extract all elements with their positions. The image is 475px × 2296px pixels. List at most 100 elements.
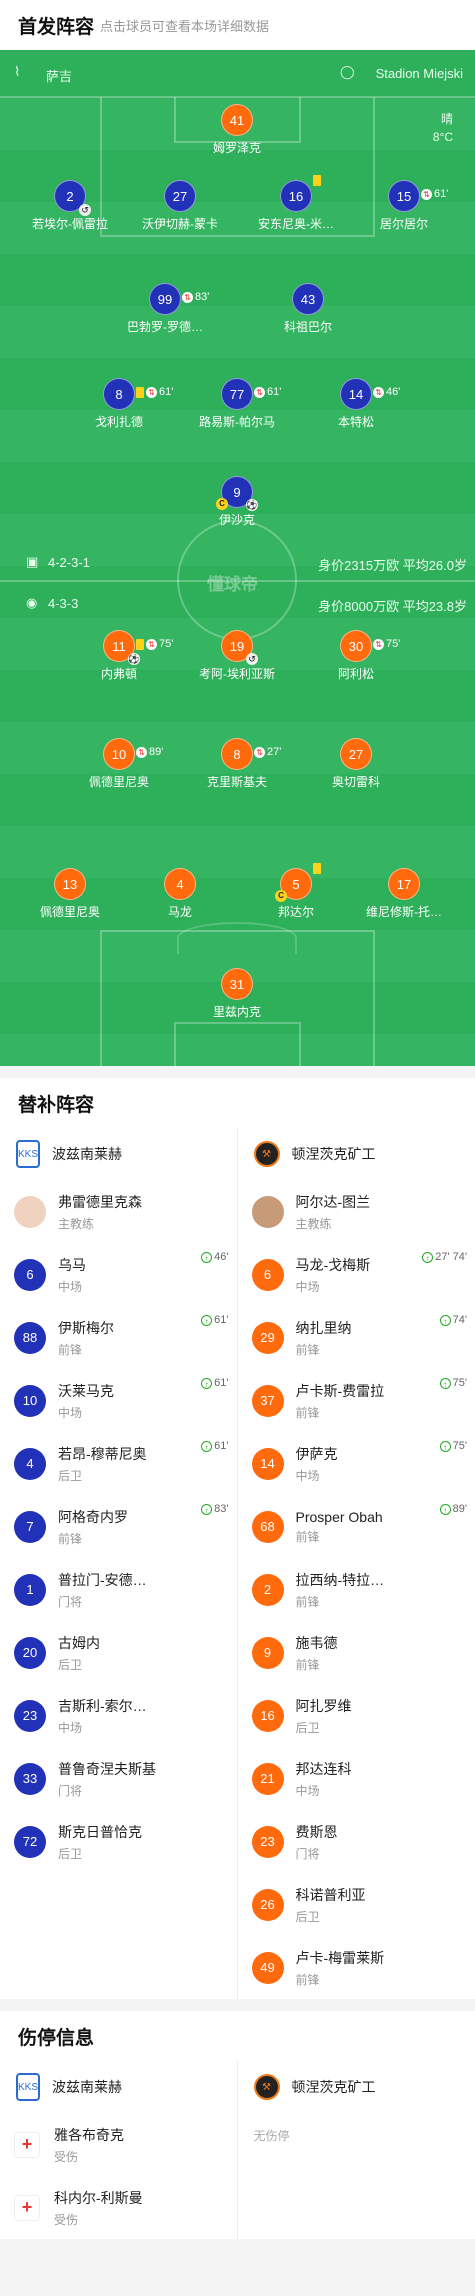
stadium-icon: ◯ xyxy=(340,64,355,79)
pitch-player[interactable]: 8 ⇅ 61' 戈利扎德 xyxy=(67,376,173,430)
player-number: 13 xyxy=(54,868,86,900)
pitch-player[interactable]: 17 维尼修斯-托… xyxy=(352,868,456,920)
pitch-player[interactable]: 9C ⚽ 伊沙克 xyxy=(185,476,289,528)
pitch-player[interactable]: 31 里兹内克 xyxy=(185,968,289,1020)
player-name: 巴勃罗-罗德… xyxy=(127,320,203,334)
player-position: 前锋 xyxy=(295,1405,320,1420)
player-position: 前锋 xyxy=(295,1657,320,1672)
player-name: 姆罗泽克 xyxy=(212,141,261,155)
lineup-title: 首发阵容 xyxy=(18,16,95,38)
yellow-card-icon xyxy=(313,175,321,186)
pitch-player[interactable]: 41 姆罗泽克 xyxy=(185,104,289,156)
injury-status: 受伤 xyxy=(54,2149,79,2164)
sub-player-row[interactable]: 23 吉斯利-索尔… 中场 xyxy=(0,1684,237,1747)
avatar xyxy=(14,1195,46,1228)
pitch-player[interactable]: 16 安东尼奥-米… xyxy=(244,175,348,232)
sub-event: ↑ 83' xyxy=(201,1503,229,1515)
sub-player-row[interactable]: 37 卢卡斯-费雷拉 前锋 ↑ 75' xyxy=(238,1369,475,1432)
lech-poznan-logo-icon: KKS xyxy=(16,1140,40,1168)
away-team-row[interactable]: ⚒ 顿涅茨克矿工 xyxy=(238,2061,475,2113)
assist-icon: ↺ xyxy=(246,653,258,665)
player-position: 中场 xyxy=(58,1405,83,1420)
pitch-player[interactable]: 99 ⇅ 83' 巴勃罗-罗德… xyxy=(113,283,217,335)
away-formation-logo-icon: ◉ xyxy=(26,595,38,610)
player-position: 中场 xyxy=(58,1720,83,1735)
player-position: 门将 xyxy=(58,1783,83,1798)
player-name: 马龙 xyxy=(167,905,192,919)
injury-title: 伤停信息 xyxy=(18,2027,95,2049)
player-number: 88 xyxy=(14,1321,46,1354)
pitch-player[interactable]: 15 ⇅ 61' 居尔居尔 xyxy=(352,180,456,232)
away-coach[interactable]: 阿尔达-图兰 主教练 xyxy=(238,1180,475,1243)
sub-event: ↑ 61' xyxy=(201,1314,229,1326)
player-name: 普鲁奇涅夫斯基 xyxy=(58,1760,156,1777)
player-number: 5 C xyxy=(275,863,321,902)
sub-in-icon: ↑ xyxy=(439,1503,451,1515)
pitch-player[interactable]: 30 ⇅ 75' 阿利松 xyxy=(304,630,408,682)
pitch-player[interactable]: 4 马龙 xyxy=(128,868,232,920)
player-number: 19 ↺ xyxy=(221,630,258,665)
yellow-card-icon xyxy=(136,386,144,398)
injury-row[interactable]: + 科内尔-利斯曼 受伤 xyxy=(0,2176,237,2239)
away-team-row[interactable]: ⚒ 顿涅茨克矿工 xyxy=(238,1128,475,1180)
player-name: 费斯恩 xyxy=(295,1823,338,1840)
sub-player-row[interactable]: 72 斯克日普恰克 后卫 xyxy=(0,1810,237,1873)
pitch-player[interactable]: 8 ⇅ 27' 克里斯基夫 xyxy=(185,738,289,790)
sub-out-icon: ⇅ xyxy=(146,386,157,398)
sub-player-row[interactable]: 2 拉西纳-特拉… 前锋 xyxy=(238,1558,475,1621)
home-formation: 4-2-3-1 xyxy=(48,555,90,570)
player-events: ⇅ 61' xyxy=(136,376,173,408)
pitch: ⌇ 萨吉 ◯ Stadion Miejski 晴 8°C 懂球帝 ▣ 4-2-3… xyxy=(0,50,475,1066)
sub-out-icon: ⇅ xyxy=(136,746,147,758)
sub-player-row[interactable]: 29 纳扎里纳 前锋 ↑ 74' xyxy=(238,1306,475,1369)
sub-player-row[interactable]: 4 若昂-穆蒂尼奥 后卫 ↑ 61' xyxy=(0,1432,237,1495)
sub-player-row[interactable]: 21 邦达连科 中场 xyxy=(238,1747,475,1810)
sub-player-row[interactable]: 33 普鲁奇涅夫斯基 门将 xyxy=(0,1747,237,1810)
whistle-icon: ⌇ xyxy=(14,64,21,79)
pitch-player[interactable]: 11 ⇅ 75' ⚽ 内弗頓 xyxy=(67,630,173,682)
pitch-player[interactable]: 27 沃伊切赫-蒙卡 xyxy=(128,180,232,232)
sub-player-row[interactable]: 14 伊萨克 中场 ↑ 75' xyxy=(238,1432,475,1495)
medical-kit-icon: + xyxy=(14,2194,40,2221)
player-name: 科祖巴尔 xyxy=(283,320,332,334)
player-number: 20 xyxy=(14,1636,46,1669)
sub-player-row[interactable]: 20 古姆内 后卫 xyxy=(0,1621,237,1684)
pitch-player[interactable]: 10 ⇅ 89' 佩德里尼奥 xyxy=(67,738,171,790)
pitch-player[interactable]: 19 ↺ 考阿-埃利亚斯 xyxy=(185,630,289,682)
pitch-player[interactable]: 77 ⇅ 61' 路易斯-帕尔马 xyxy=(185,378,289,430)
sub-player-row[interactable]: 6 乌马 中场 ↑ 46' xyxy=(0,1243,237,1306)
home-value: 身价2315万欧 平均26.0岁 xyxy=(318,558,467,573)
sub-in-icon: ↑ xyxy=(439,1314,451,1326)
sub-player-row[interactable]: 6 马龙-戈梅斯 中场 ↑ 27' 74' xyxy=(238,1243,475,1306)
home-coach[interactable]: 弗雷德里克森 主教练 xyxy=(0,1180,237,1243)
player-name: 卢卡斯-费雷拉 xyxy=(295,1382,385,1399)
sub-player-row[interactable]: 26 科诺普利亚 后卫 xyxy=(238,1873,475,1936)
player-position: 中场 xyxy=(295,1783,320,1798)
home-team-row[interactable]: KKS 波兹南莱赫 xyxy=(0,2061,237,2113)
injury-row[interactable]: + 雅各布奇克 受伤 xyxy=(0,2113,237,2176)
home-subs-column: KKS 波兹南莱赫 弗雷德里克森 主教练 6 乌马 中场 ↑ 46' 88 伊斯梅尔 前锋 ↑ 61… xyxy=(0,1128,238,1999)
sub-player-row[interactable]: 23 费斯恩 门将 xyxy=(238,1810,475,1873)
player-number: 2 xyxy=(251,1573,284,1606)
sub-event: ↑ 74' xyxy=(439,1314,467,1326)
sub-player-row[interactable]: 16 阿扎罗维 后卫 xyxy=(238,1684,475,1747)
coach-name: 弗雷德里克森 xyxy=(58,1193,142,1210)
pitch-player[interactable]: 27 奥切雷科 xyxy=(304,738,408,790)
player-number: 31 xyxy=(221,968,253,1000)
sub-player-row[interactable]: 7 阿格奇内罗 前锋 ↑ 83' xyxy=(0,1495,237,1558)
sub-player-row[interactable]: 49 卢卡-梅雷莱斯 前锋 xyxy=(238,1936,475,1999)
pitch-player[interactable]: 14 ⇅ 46' 本特松 xyxy=(304,378,408,430)
sub-event: ↑ 75' xyxy=(439,1440,467,1452)
sub-player-row[interactable]: 88 伊斯梅尔 前锋 ↑ 61' xyxy=(0,1306,237,1369)
sub-player-row[interactable]: 1 普拉门-安德… 门将 xyxy=(0,1558,237,1621)
home-team-row[interactable]: KKS 波兹南莱赫 xyxy=(0,1128,237,1180)
sub-player-row[interactable]: 9 施韦德 前锋 xyxy=(238,1621,475,1684)
pitch-player[interactable]: 2 ↺ 若埃尔-佩雷拉 xyxy=(18,180,122,232)
pitch-player[interactable]: 5 C 邦达尔 xyxy=(244,863,348,920)
sub-player-row[interactable]: 10 沃莱马克 中场 ↑ 61' xyxy=(0,1369,237,1432)
pitch-player[interactable]: 43 科祖巴尔 xyxy=(256,283,360,335)
sub-player-row[interactable]: 68 Prosper Obah 前锋 ↑ 89' xyxy=(238,1495,475,1558)
pitch-player[interactable]: 13 佩德里尼奥 xyxy=(18,868,122,920)
sub-in-icon: ↑ xyxy=(201,1503,213,1515)
player-number: 16 xyxy=(251,1699,284,1732)
